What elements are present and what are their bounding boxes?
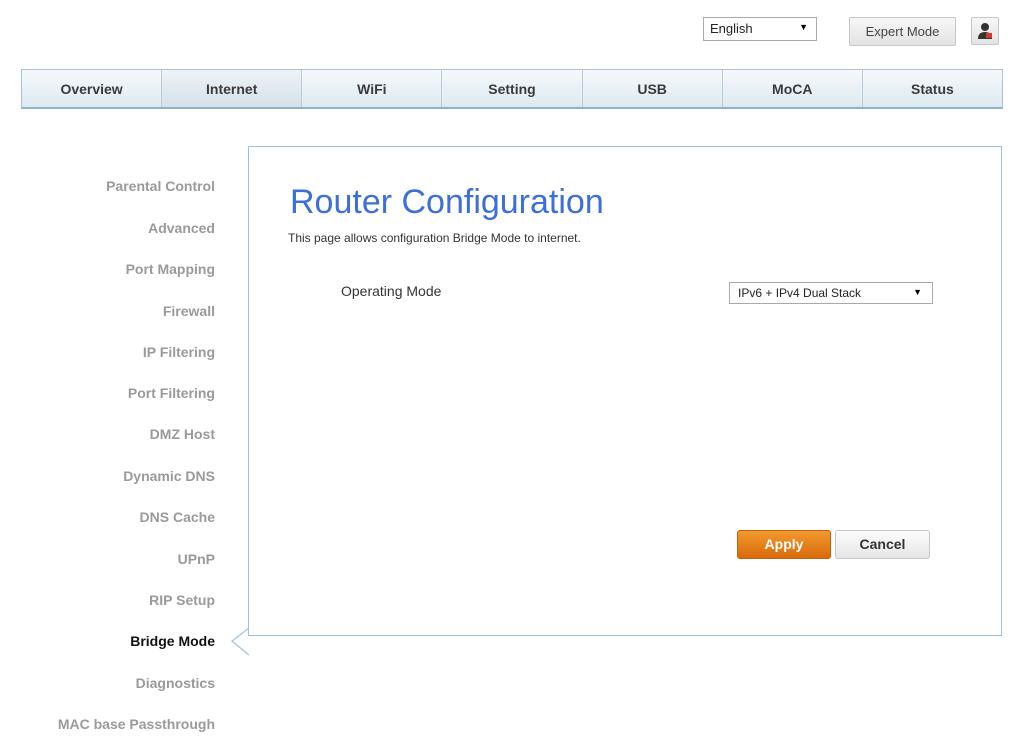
sidebar-item-firewall[interactable]: Firewall [163, 303, 215, 319]
operating-mode-selected-value: IPv6 + IPv4 Dual Stack [738, 286, 862, 300]
tab-setting[interactable]: Setting [442, 70, 583, 107]
chevron-down-icon: ▼ [913, 287, 922, 297]
sidebar-item-dynamic-dns[interactable]: Dynamic DNS [123, 468, 215, 484]
sidebar-item-dns-cache[interactable]: DNS Cache [140, 509, 215, 525]
tab-wifi[interactable]: WiFi [302, 70, 443, 107]
sidebar-item-upnp[interactable]: UPnP [178, 551, 215, 567]
sidebar-item-rip-setup[interactable]: RIP Setup [149, 592, 215, 608]
sidebar-item-bridge-mode[interactable]: Bridge Mode [130, 633, 215, 649]
operating-mode-select[interactable]: IPv6 + IPv4 Dual Stack ▼ [729, 282, 933, 304]
tab-moca[interactable]: MoCA [723, 70, 863, 107]
user-icon [978, 23, 992, 39]
main-tab-bar: Overview Internet WiFi Setting USB MoCA … [21, 69, 1003, 109]
active-item-pointer [231, 628, 249, 656]
cancel-button[interactable]: Cancel [835, 530, 930, 559]
language-selected-value: English [710, 21, 753, 36]
sidebar-item-dmz-host[interactable]: DMZ Host [150, 426, 215, 442]
sidebar-item-port-mapping[interactable]: Port Mapping [126, 261, 215, 277]
sidebar-item-parental-control[interactable]: Parental Control [106, 178, 215, 194]
apply-button[interactable]: Apply [737, 530, 831, 559]
user-account-button[interactable] [971, 17, 999, 45]
sidebar-item-port-filtering[interactable]: Port Filtering [128, 385, 215, 401]
language-select[interactable]: English ▼ [703, 17, 817, 41]
sidebar-item-ip-filtering[interactable]: IP Filtering [143, 344, 215, 360]
sidebar-item-mac-base-passthrough[interactable]: MAC base Passthrough [58, 716, 215, 732]
tab-status[interactable]: Status [863, 70, 1002, 107]
tab-overview[interactable]: Overview [22, 70, 163, 107]
expert-mode-button[interactable]: Expert Mode [849, 17, 956, 46]
operating-mode-label: Operating Mode [341, 283, 442, 299]
page-description: This page allows configuration Bridge Mo… [288, 231, 581, 245]
sidebar-item-diagnostics[interactable]: Diagnostics [136, 675, 215, 691]
page-title: Router Configuration [290, 183, 604, 221]
chevron-down-icon: ▼ [799, 22, 808, 32]
tab-usb[interactable]: USB [583, 70, 723, 107]
tab-internet[interactable]: Internet [162, 70, 303, 107]
sidebar-item-advanced[interactable]: Advanced [148, 220, 215, 236]
content-panel: Router Configuration This page allows co… [248, 146, 1002, 636]
